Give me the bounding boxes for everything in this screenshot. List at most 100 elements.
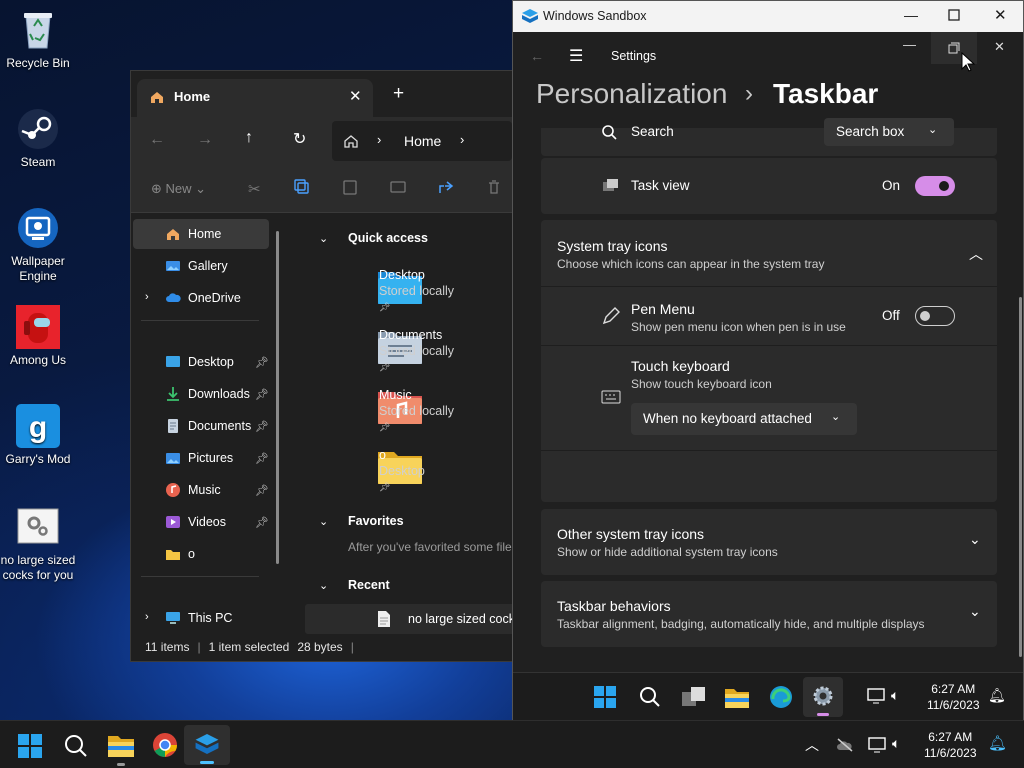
- nav-label: OneDrive: [188, 291, 241, 305]
- rename-icon[interactable]: [390, 179, 406, 195]
- back-arrow-icon[interactable]: ←: [530, 48, 544, 64]
- section-header-favorites[interactable]: Favorites: [348, 514, 404, 528]
- active-indicator: [817, 713, 829, 716]
- nav-item-downloads[interactable]: Downloads 📌︎: [133, 379, 269, 409]
- taskbar-behaviors-title: Taskbar behaviors: [557, 598, 671, 614]
- maximize-icon[interactable]: [948, 9, 960, 21]
- notification-bell-icon[interactable]: 🔔︎: [988, 687, 1006, 704]
- nav-scrollbar[interactable]: [276, 231, 279, 564]
- network-icon[interactable]: [867, 687, 885, 705]
- delete-icon[interactable]: [486, 179, 502, 195]
- show-hidden-icons-chevron-icon[interactable]: ︿: [805, 735, 819, 755]
- volume-icon[interactable]: 🔈︎: [892, 735, 900, 752]
- onedrive-offline-icon[interactable]: [836, 738, 854, 752]
- desktop-icon-wallpaper-engine[interactable]: Wallpaper Engine: [0, 206, 76, 284]
- volume-icon[interactable]: 🔈︎: [891, 687, 899, 704]
- pin-icon[interactable]: 📌︎: [255, 356, 269, 369]
- file-explorer-icon[interactable]: [108, 733, 140, 765]
- desktop-icon-garrys-mod[interactable]: g Garry's Mod: [0, 404, 76, 467]
- recent-file-row[interactable]: no large sized cocks: [305, 604, 512, 634]
- desktop-icon-label: Wallpaper Engine: [11, 254, 65, 283]
- new-button[interactable]: ⊕ New ⌄: [151, 181, 206, 197]
- desktop-icon-among-us[interactable]: Among Us: [0, 305, 76, 368]
- pin-icon[interactable]: 📌︎: [255, 388, 269, 401]
- chevron-right-icon: ›: [145, 291, 149, 303]
- explorer-tab-home[interactable]: Home ✕: [137, 79, 373, 117]
- up-arrow-icon[interactable]: ↑: [245, 129, 253, 147]
- host-clock[interactable]: 6:27 AM 11/6/2023: [924, 729, 977, 761]
- pin-icon[interactable]: 📌︎: [255, 484, 269, 497]
- settings-taskbar-button[interactable]: [803, 677, 843, 717]
- notification-bell-icon[interactable]: 🔔︎: [988, 734, 1007, 752]
- other-system-tray-icons-card[interactable]: Other system tray icons Show or hide add…: [541, 509, 997, 575]
- task-view-toggle[interactable]: [915, 176, 955, 196]
- cloud-icon: [166, 293, 181, 302]
- nav-item-o[interactable]: o: [133, 539, 269, 569]
- edge-icon[interactable]: [769, 685, 793, 709]
- pin-icon[interactable]: 📌︎: [255, 516, 269, 529]
- desktop-icon-steam[interactable]: Steam: [0, 107, 76, 170]
- forward-arrow-icon[interactable]: →: [197, 131, 213, 149]
- close-icon[interactable]: ✕: [994, 6, 1007, 24]
- svg-text:g: g: [29, 411, 47, 444]
- minimize-icon[interactable]: —: [904, 7, 918, 23]
- section-header-quick-access[interactable]: Quick access: [348, 231, 428, 245]
- touch-keyboard-dropdown[interactable]: When no keyboard attached ⌄: [631, 403, 857, 435]
- address-bar[interactable]: › Home ›: [332, 121, 512, 161]
- nav-item-music[interactable]: Music 📌︎: [133, 475, 269, 505]
- chevron-down-icon[interactable]: ⌄: [319, 515, 328, 528]
- new-tab-button[interactable]: +: [393, 83, 404, 105]
- settings-scrollbar[interactable]: [1019, 297, 1022, 657]
- search-icon[interactable]: [639, 686, 661, 708]
- share-icon[interactable]: [438, 179, 454, 195]
- quick-access-item-desktop[interactable]: Desktop Stored locally 📌︎: [379, 267, 512, 315]
- file-explorer-icon[interactable]: [725, 686, 749, 708]
- search-box-dropdown[interactable]: Search box ⌄: [824, 118, 954, 146]
- nav-item-desktop[interactable]: Desktop 📌︎: [133, 347, 269, 377]
- refresh-icon[interactable]: ↻: [293, 129, 306, 149]
- quick-access-item-o[interactable]: o Desktop 📌︎: [379, 447, 512, 495]
- hamburger-menu-icon[interactable]: ☰: [569, 46, 583, 66]
- back-arrow-icon[interactable]: ←: [149, 131, 165, 149]
- quick-access-item-music[interactable]: Music Stored locally 📌︎: [379, 387, 512, 435]
- close-tab-icon[interactable]: ✕: [349, 87, 362, 105]
- address-crumb-home[interactable]: Home: [404, 133, 441, 149]
- toggle-knob: [939, 181, 949, 191]
- chevron-down-icon[interactable]: ⌄: [319, 232, 328, 245]
- nav-item-this-pc[interactable]: › This PC: [133, 603, 269, 633]
- nav-item-pictures[interactable]: Pictures 📌︎: [133, 443, 269, 473]
- chevron-down-icon[interactable]: ⌄: [319, 579, 328, 592]
- keyboard-icon: [601, 390, 621, 404]
- chrome-icon[interactable]: [152, 732, 184, 764]
- settings-close-icon[interactable]: ✕: [994, 39, 1005, 55]
- nav-item-videos[interactable]: Videos 📌︎: [133, 507, 269, 537]
- search-icon[interactable]: [64, 734, 96, 766]
- pen-menu-toggle[interactable]: [915, 306, 955, 326]
- nav-item-home[interactable]: Home: [133, 219, 269, 249]
- pin-icon[interactable]: 📌︎: [255, 420, 269, 433]
- sandbox-clock[interactable]: 6:27 AM 11/6/2023: [927, 681, 980, 713]
- windows-sandbox-window: Windows Sandbox — ✕ ← ☰ Settings — ✕ Per…: [512, 0, 1024, 720]
- settings-minimize-icon[interactable]: —: [903, 37, 916, 52]
- start-icon[interactable]: [594, 686, 616, 708]
- quick-access-item-documents[interactable]: Documents Stored locally 📌︎: [379, 327, 512, 375]
- start-icon[interactable]: [18, 734, 50, 766]
- paste-icon[interactable]: [342, 179, 358, 195]
- copy-icon[interactable]: [294, 179, 310, 195]
- section-header-recent[interactable]: Recent: [348, 578, 390, 592]
- task-view-icon[interactable]: [682, 686, 706, 708]
- system-tray-header[interactable]: System tray icons Choose which icons can…: [541, 220, 997, 286]
- sandbox-taskbar-button[interactable]: [184, 725, 230, 765]
- nav-item-onedrive[interactable]: › OneDrive: [133, 283, 269, 313]
- nav-item-documents[interactable]: Documents 📌︎: [133, 411, 269, 441]
- nav-item-gallery[interactable]: Gallery: [133, 251, 269, 281]
- cut-icon[interactable]: ✂: [248, 180, 261, 198]
- desktop-icon-recycle-bin[interactable]: Recycle Bin: [0, 8, 76, 71]
- among-us-icon: [16, 305, 60, 349]
- network-icon[interactable]: [868, 736, 886, 754]
- taskbar-behaviors-card[interactable]: Taskbar behaviors Taskbar alignment, bad…: [541, 581, 997, 647]
- desktop-icon-file[interactable]: no large sized cocks for you: [0, 505, 76, 583]
- pin-icon[interactable]: 📌︎: [255, 452, 269, 465]
- nav-label: Gallery: [188, 259, 228, 273]
- breadcrumb-parent[interactable]: Personalization: [536, 78, 727, 110]
